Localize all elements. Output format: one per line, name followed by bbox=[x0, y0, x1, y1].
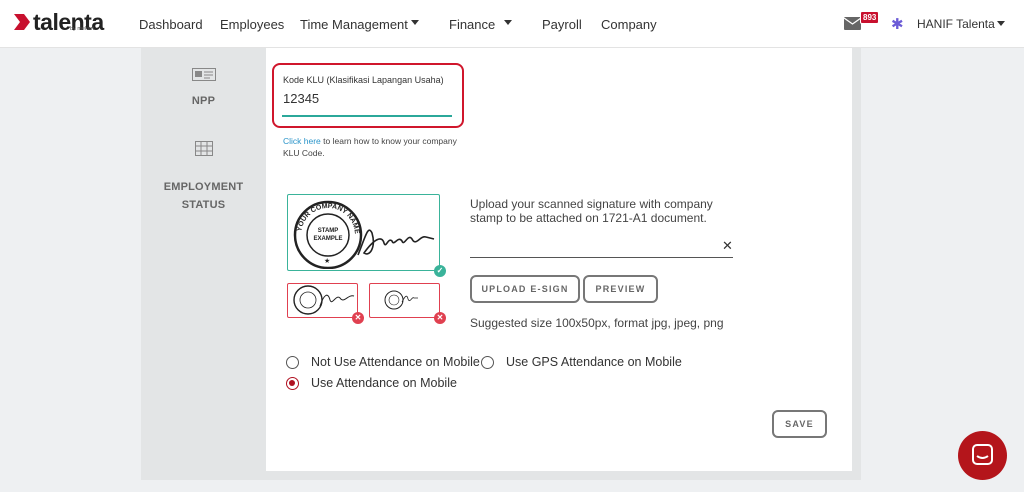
radio-label: Use Attendance on Mobile bbox=[311, 376, 457, 390]
nav-payroll[interactable]: Payroll bbox=[542, 17, 582, 32]
table-icon bbox=[194, 141, 213, 156]
logo-icon bbox=[14, 14, 30, 30]
signature-file-input[interactable] bbox=[470, 257, 733, 258]
divider bbox=[266, 471, 852, 480]
id-card-icon bbox=[191, 68, 216, 81]
sidebar-item-employment-status[interactable]: EMPLOYMENT STATUS bbox=[141, 141, 266, 213]
stamp-center-text-2: EXAMPLE bbox=[313, 236, 342, 242]
signature-example-wrong-2 bbox=[369, 283, 440, 318]
nav-employees[interactable]: Employees bbox=[220, 17, 284, 32]
radio-use-attendance[interactable]: Use Attendance on Mobile bbox=[286, 376, 457, 390]
klu-input[interactable]: 12345 bbox=[283, 91, 319, 106]
klu-label: Kode KLU (Klasifikasi Lapangan Usaha) bbox=[283, 75, 444, 85]
sidebar-item-label: EMPLOYMENT STATUS bbox=[163, 181, 244, 211]
sidebar-item-npp[interactable]: NPP bbox=[141, 68, 266, 109]
svg-text:★: ★ bbox=[324, 257, 330, 265]
chevron-down-icon[interactable] bbox=[997, 21, 1005, 26]
radio-button[interactable] bbox=[286, 376, 299, 390]
nav-dashboard[interactable]: Dashboard bbox=[139, 17, 203, 32]
nav-time-management[interactable]: Time Management bbox=[300, 17, 408, 32]
klu-help-link[interactable]: Click here bbox=[283, 136, 321, 146]
chevron-down-icon[interactable] bbox=[504, 20, 512, 25]
chevron-down-icon[interactable] bbox=[411, 20, 419, 25]
close-icon: ✕ bbox=[434, 312, 446, 324]
divider bbox=[852, 48, 861, 480]
chat-launcher[interactable] bbox=[958, 431, 1007, 480]
close-icon: ✕ bbox=[352, 312, 364, 324]
gear-icon[interactable]: ✱ bbox=[891, 15, 904, 33]
save-button[interactable]: SAVE bbox=[772, 410, 827, 438]
radio-button[interactable] bbox=[286, 355, 299, 369]
user-name[interactable]: HANIF Talenta bbox=[917, 17, 995, 31]
stamp-signature-image bbox=[293, 285, 355, 315]
nav-company[interactable]: Company bbox=[601, 17, 657, 32]
mail-badge: 893 bbox=[860, 11, 880, 24]
stamp-signature-image: YOUR COMPANY NAME STAMP EXAMPLE ★ bbox=[293, 200, 435, 270]
sidebar-item-label: NPP bbox=[191, 95, 216, 107]
klu-input-underline bbox=[282, 115, 452, 117]
radio-not-use-attendance[interactable]: Not Use Attendance on Mobile bbox=[286, 355, 480, 369]
radio-button[interactable] bbox=[481, 355, 494, 369]
upload-esign-button[interactable]: UPLOAD E-SIGN bbox=[470, 275, 580, 303]
stamp-center-text-1: STAMP bbox=[318, 228, 339, 234]
radio-label: Use GPS Attendance on Mobile bbox=[506, 355, 682, 369]
chat-icon bbox=[972, 444, 993, 465]
stamp-signature-image bbox=[384, 290, 418, 310]
nav-finance[interactable]: Finance bbox=[449, 17, 495, 32]
radio-gps-attendance[interactable]: Use GPS Attendance on Mobile bbox=[481, 355, 682, 369]
mail-icon[interactable] bbox=[844, 17, 861, 30]
signature-example-wrong-1 bbox=[287, 283, 358, 318]
signature-description: Upload your scanned signature with compa… bbox=[470, 197, 713, 225]
close-icon[interactable]: ✕ bbox=[722, 238, 733, 254]
brand-sub: by mekari bbox=[70, 26, 94, 32]
klu-help-text: Click here to learn how to know your com… bbox=[283, 135, 463, 159]
preview-button[interactable]: PREVIEW bbox=[583, 275, 658, 303]
top-navbar: talenta by mekari Dashboard Employees Ti… bbox=[0, 0, 1024, 48]
signature-example-correct: YOUR COMPANY NAME STAMP EXAMPLE ★ bbox=[287, 194, 440, 271]
size-hint: Suggested size 100x50px, format jpg, jpe… bbox=[470, 316, 724, 330]
check-icon: ✓ bbox=[434, 265, 446, 277]
settings-sidebar: NPP EMPLOYMENT STATUS bbox=[141, 48, 266, 480]
radio-label: Not Use Attendance on Mobile bbox=[311, 355, 480, 369]
